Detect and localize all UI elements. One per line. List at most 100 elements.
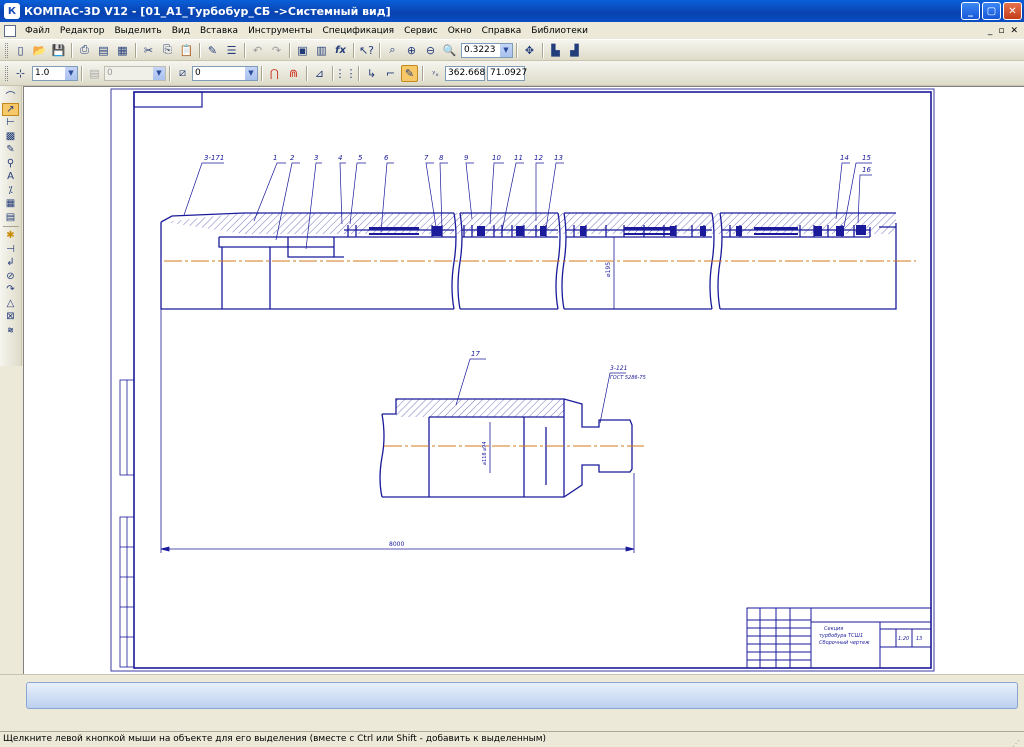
ortho-mode-icon[interactable]: ⌐	[382, 65, 399, 82]
document-icon[interactable]	[4, 24, 16, 37]
frame-icon[interactable]: ⊠	[2, 310, 19, 323]
toolbar-grip[interactable]	[5, 42, 8, 58]
callout-16: 16	[862, 166, 871, 174]
menu-view[interactable]: Вид	[167, 22, 195, 40]
callout-7: 7	[424, 154, 429, 162]
kompas-logo-icon[interactable]: К	[4, 3, 20, 19]
menu-specification[interactable]: Спецификация	[317, 22, 399, 40]
library-manager-icon[interactable]: ▥	[313, 42, 330, 59]
printer-setup-icon[interactable]: ▦	[114, 42, 131, 59]
show-all-icon[interactable]: ▟	[566, 42, 583, 59]
cut-icon[interactable]: ✂	[140, 42, 157, 59]
spec-table-icon[interactable]: ▦	[2, 197, 19, 210]
chevron-down-icon[interactable]: ▼	[65, 66, 77, 80]
title-name-line1: Секция	[824, 626, 843, 632]
menu-insert[interactable]: Вставка	[195, 22, 243, 40]
hatch-icon[interactable]: ▩	[2, 130, 19, 143]
copy-icon[interactable]: ⎘	[159, 42, 176, 59]
select-pointer-icon[interactable]: ↗	[2, 102, 19, 116]
sub-assembly-view: 17 3-121 ГОСТ 5286-75 ⌀118 ⌀94	[379, 350, 646, 498]
local-cs-icon[interactable]: ↳	[363, 65, 380, 82]
step-combo[interactable]: 1.0 ▼	[32, 65, 78, 81]
zoom-in-icon[interactable]: ⊕	[403, 42, 420, 59]
maximize-button[interactable]: ▢	[982, 2, 1001, 20]
style-value: 0	[195, 68, 201, 78]
snap-magnet-icon[interactable]: ⋂	[266, 65, 283, 82]
current-state-toolbar: ⊹ 1.0 ▼ ▤ 0 ▼ ⧄ 0 ▼ ⋂ ⋒ ⊿ ⋮⋮ ↳ ⌐ ✎ ʸₓ 36…	[0, 61, 1024, 86]
resize-grip-icon[interactable]: ⋰	[1012, 736, 1022, 747]
leader-icon[interactable]: ↲	[2, 256, 19, 269]
toolbar-grip[interactable]	[5, 65, 8, 81]
menu-window[interactable]: Окно	[443, 22, 477, 40]
variables-fx-icon[interactable]: fx	[332, 42, 349, 59]
new-document-icon[interactable]: ▯	[12, 42, 29, 59]
properties-brush-icon[interactable]: ✎	[204, 42, 221, 59]
help-pointer-icon[interactable]: ↖?	[358, 42, 375, 59]
chevron-down-icon[interactable]: ▼	[153, 66, 165, 80]
measure-icon[interactable]: ⁒	[2, 184, 19, 197]
layer-state-icon[interactable]: ▤	[86, 65, 103, 82]
zoom-window-icon[interactable]: ⌕	[384, 42, 401, 59]
parametrize-icon[interactable]: ⚲	[2, 157, 19, 170]
roughness-icon[interactable]: ⩬	[2, 324, 19, 337]
symbols-icon[interactable]: A	[2, 170, 19, 183]
drawing-sheet[interactable]: 3-171 1 2 3 4 5 6 7 8 9 10 11 12 13 14 1…	[24, 87, 1024, 675]
grid-icon[interactable]: ⋮⋮	[335, 65, 357, 82]
ortho-icon[interactable]: ⊿	[311, 65, 328, 82]
geometry-icon[interactable]: ⌒	[2, 89, 19, 103]
menu-libraries[interactable]: Библиотеки	[526, 22, 593, 40]
zoom-out-icon[interactable]: ⊖	[422, 42, 439, 59]
print-icon[interactable]: ⎙	[76, 42, 93, 59]
chevron-down-icon[interactable]: ▼	[245, 66, 257, 80]
edit-icon[interactable]: ✎	[2, 143, 19, 156]
zoom-combo[interactable]: 0.3223 ▼	[461, 42, 513, 58]
callout-6: 6	[384, 154, 389, 162]
menu-file[interactable]: Файл	[20, 22, 55, 40]
menu-service[interactable]: Сервис	[399, 22, 443, 40]
dimensions-icon[interactable]: ⊢	[2, 116, 19, 129]
print-preview-icon[interactable]: ▤	[95, 42, 112, 59]
menu-tools[interactable]: Инструменты	[243, 22, 317, 40]
menu-help[interactable]: Справка	[477, 22, 527, 40]
paste-icon[interactable]: 📋	[178, 42, 195, 59]
arc-icon[interactable]: ↷	[2, 283, 19, 296]
snap-local-icon[interactable]: ⋒	[285, 65, 302, 82]
doc-close-icon[interactable]: ✕	[1010, 26, 1018, 36]
drawing-canvas[interactable]: 3-171 1 2 3 4 5 6 7 8 9 10 11 12 13 14 1…	[23, 86, 1024, 674]
cursor-step-icon[interactable]: ⊹	[12, 65, 29, 82]
title-bar[interactable]: К КОМПАС-3D V12 - [01_A1_Турбобур_СБ ->С…	[0, 0, 1024, 22]
list-icon[interactable]: ☰	[223, 42, 240, 59]
redo-icon[interactable]: ↷	[268, 42, 285, 59]
chevron-down-icon[interactable]: ▼	[500, 43, 512, 57]
close-button[interactable]: ✕	[1003, 2, 1022, 20]
minimize-button[interactable]: _	[961, 2, 980, 20]
triangle-icon[interactable]: △	[2, 297, 19, 310]
manager-icon[interactable]: ▣	[294, 42, 311, 59]
circle-icon[interactable]: ⊘	[2, 270, 19, 283]
round-coords-icon[interactable]: ✎	[401, 64, 418, 82]
coord-x-field[interactable]: 362.668	[445, 65, 485, 81]
doc-minimize-icon[interactable]: _	[988, 26, 993, 36]
base-point-icon[interactable]: ✱	[2, 229, 19, 242]
layer-combo[interactable]: 0 ▼	[104, 65, 166, 81]
zoom-dynamic-icon[interactable]: 🔍	[441, 42, 458, 59]
pan-icon[interactable]: ✥	[521, 42, 538, 59]
minimize-icon: _	[968, 5, 973, 17]
report-icon[interactable]: ▤	[2, 211, 19, 224]
open-folder-icon[interactable]: 📂	[31, 42, 48, 59]
coordinates-icon[interactable]: ʸₓ	[427, 65, 444, 82]
menu-select[interactable]: Выделить	[109, 22, 166, 40]
property-panel-bar[interactable]	[26, 682, 1018, 709]
window-title: КОМПАС-3D V12 - [01_A1_Турбобур_СБ ->Сис…	[24, 4, 391, 18]
save-icon[interactable]: 💾	[50, 42, 67, 59]
doc-restore-icon[interactable]: ▫	[998, 26, 1004, 36]
coord-y-field[interactable]: 71.0927	[487, 65, 527, 81]
undo-icon[interactable]: ↶	[249, 42, 266, 59]
style-combo[interactable]: 0 ▼	[192, 65, 258, 81]
refresh-view-icon[interactable]: ▙	[547, 42, 564, 59]
callout-10: 10	[492, 154, 501, 162]
linear-dim-icon[interactable]: ⊣	[2, 243, 19, 256]
menu-editor[interactable]: Редактор	[55, 22, 110, 40]
callout-4: 4	[338, 154, 342, 162]
style-icon[interactable]: ⧄	[174, 65, 191, 82]
